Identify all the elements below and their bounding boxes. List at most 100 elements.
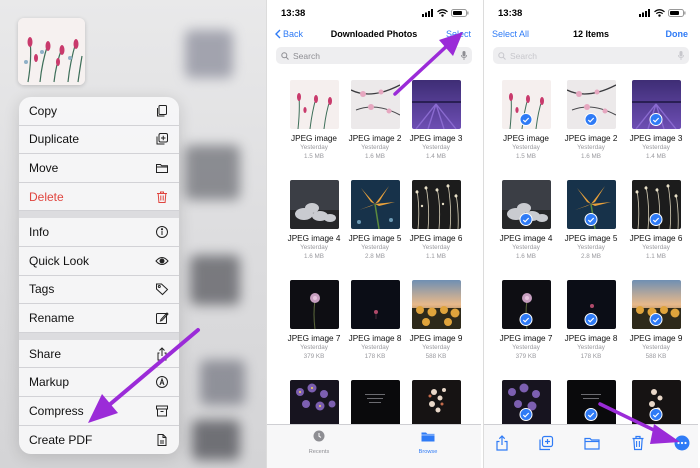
menu-item-share[interactable]: Share bbox=[19, 340, 179, 369]
file-thumbnail bbox=[411, 380, 461, 429]
file-name: JPEG image 8 bbox=[348, 334, 402, 343]
search-field[interactable]: Search bbox=[276, 47, 472, 64]
menu-item-quick-look[interactable]: Quick Look bbox=[19, 247, 179, 276]
file-item[interactable] bbox=[345, 380, 405, 429]
microphone-icon[interactable] bbox=[461, 51, 467, 60]
file-item[interactable]: JPEG image 2 Yesterday 1.6 MB bbox=[345, 80, 405, 161]
file-item[interactable]: JPEG image 9 Yesterday 588 KB bbox=[406, 280, 466, 361]
file-item[interactable]: JPEG image 5 Yesterday 2.8 MB bbox=[561, 180, 621, 261]
file-item[interactable] bbox=[626, 380, 686, 429]
file-size: 1.6 MB bbox=[365, 153, 385, 160]
trash-icon bbox=[155, 190, 169, 204]
file-item[interactable]: JPEG image Yesterday 1.5 MB bbox=[284, 80, 344, 161]
file-item[interactable] bbox=[496, 380, 556, 429]
menu-item-tags[interactable]: Tags bbox=[19, 276, 179, 305]
menu-item-copy[interactable]: Copy bbox=[19, 97, 179, 126]
checkmark-icon[interactable] bbox=[519, 313, 533, 326]
menu-item-delete[interactable]: Delete bbox=[19, 183, 179, 212]
file-item[interactable]: JPEG image 5 Yesterday 2.8 MB bbox=[345, 180, 405, 261]
file-item[interactable]: JPEG image 2 Yesterday 1.6 MB bbox=[561, 80, 621, 161]
file-date: Yesterday bbox=[577, 144, 605, 151]
select-button[interactable]: Select bbox=[446, 29, 471, 39]
search-field[interactable]: Search bbox=[493, 47, 689, 64]
trash-icon bbox=[632, 435, 644, 451]
done-button[interactable]: Done bbox=[666, 29, 689, 39]
battery-icon bbox=[451, 9, 469, 17]
checkmark-icon[interactable] bbox=[584, 113, 598, 126]
blurred-thumbnail bbox=[185, 145, 240, 200]
move-button[interactable] bbox=[584, 435, 600, 451]
tab-bar: Recents Browse bbox=[267, 424, 481, 468]
file-size: 178 KB bbox=[580, 353, 602, 360]
menu-item-rename[interactable]: Rename bbox=[19, 304, 179, 333]
file-item[interactable]: JPEG image 8 Yesterday 178 KB bbox=[345, 280, 405, 361]
file-item[interactable] bbox=[561, 380, 621, 429]
checkmark-icon[interactable] bbox=[584, 213, 598, 226]
menu-item-move[interactable]: Move bbox=[19, 154, 179, 183]
file-item[interactable]: JPEG image 7 Yesterday 379 KB bbox=[284, 280, 344, 361]
file-item[interactable]: JPEG image 6 Yesterday 1.1 MB bbox=[406, 180, 466, 261]
file-item[interactable]: JPEG image 3 Yesterday 1.4 MB bbox=[626, 80, 686, 161]
file-size: 178 KB bbox=[364, 353, 386, 360]
delete-button[interactable] bbox=[630, 435, 646, 451]
file-item[interactable]: JPEG image 8 Yesterday 178 KB bbox=[561, 280, 621, 361]
file-name: JPEG image bbox=[503, 134, 549, 143]
menu-item-duplicate[interactable]: Duplicate bbox=[19, 126, 179, 155]
share-icon bbox=[496, 435, 508, 451]
file-date: Yesterday bbox=[577, 344, 605, 351]
menu-item-info[interactable]: Info bbox=[19, 218, 179, 247]
tag-icon bbox=[155, 282, 169, 296]
microphone-icon[interactable] bbox=[678, 51, 684, 60]
file-item[interactable] bbox=[406, 380, 466, 429]
file-name: JPEG image 9 bbox=[409, 334, 463, 343]
status-bar: 13:38 bbox=[498, 6, 686, 20]
more-button[interactable] bbox=[674, 435, 690, 451]
wifi-icon bbox=[437, 9, 448, 17]
file-item[interactable]: JPEG image 3 Yesterday 1.4 MB bbox=[406, 80, 466, 161]
file-item[interactable]: JPEG image 7 Yesterday 379 KB bbox=[496, 280, 556, 361]
status-time: 13:38 bbox=[498, 7, 523, 19]
markup-icon bbox=[155, 375, 169, 389]
checkmark-icon[interactable] bbox=[649, 408, 663, 421]
file-thumbnail bbox=[289, 80, 339, 129]
selection-mode-screen: 13:38 Select All 12 Items Done Search JP… bbox=[483, 0, 698, 468]
duplicate-icon bbox=[155, 132, 169, 146]
navigation-bar: Select All 12 Items Done bbox=[484, 26, 698, 44]
file-thumbnail bbox=[350, 80, 400, 129]
file-date: Yesterday bbox=[512, 344, 540, 351]
file-name: JPEG image 8 bbox=[564, 334, 618, 343]
file-name: JPEG image 3 bbox=[409, 134, 463, 143]
share-button[interactable] bbox=[494, 435, 510, 451]
tab-browse[interactable]: Browse bbox=[403, 429, 453, 455]
file-item[interactable]: JPEG image 9 Yesterday 588 KB bbox=[626, 280, 686, 361]
menu-item-markup[interactable]: Markup bbox=[19, 368, 179, 397]
checkmark-icon[interactable] bbox=[584, 408, 598, 421]
file-name: JPEG image 2 bbox=[348, 134, 402, 143]
menu-separator bbox=[19, 332, 179, 340]
file-date: Yesterday bbox=[300, 344, 328, 351]
file-thumbnail bbox=[501, 180, 551, 229]
checkmark-icon[interactable] bbox=[519, 113, 533, 126]
blurred-thumbnail bbox=[192, 420, 240, 460]
menu-item-compress[interactable]: Compress bbox=[19, 397, 179, 426]
file-size: 1.4 MB bbox=[426, 153, 446, 160]
file-date: Yesterday bbox=[422, 244, 450, 251]
file-item[interactable]: JPEG image 4 Yesterday 1.6 MB bbox=[284, 180, 344, 261]
checkmark-icon[interactable] bbox=[649, 313, 663, 326]
file-date: Yesterday bbox=[642, 344, 670, 351]
duplicate-button[interactable] bbox=[538, 435, 554, 451]
file-thumbnail bbox=[350, 280, 400, 329]
file-item[interactable]: JPEG image Yesterday 1.5 MB bbox=[496, 80, 556, 161]
checkmark-icon[interactable] bbox=[519, 408, 533, 421]
checkmark-icon[interactable] bbox=[649, 113, 663, 126]
file-item[interactable] bbox=[284, 380, 344, 429]
file-thumbnail bbox=[501, 280, 551, 329]
checkmark-icon[interactable] bbox=[519, 213, 533, 226]
cellular-signal-icon bbox=[422, 9, 433, 17]
checkmark-icon[interactable] bbox=[584, 313, 598, 326]
tab-recents[interactable]: Recents bbox=[294, 429, 344, 455]
file-item[interactable]: JPEG image 6 Yesterday 1.1 MB bbox=[626, 180, 686, 261]
menu-item-create-pdf[interactable]: Create PDF bbox=[19, 426, 179, 455]
file-item[interactable]: JPEG image 4 Yesterday 1.6 MB bbox=[496, 180, 556, 261]
checkmark-icon[interactable] bbox=[649, 213, 663, 226]
